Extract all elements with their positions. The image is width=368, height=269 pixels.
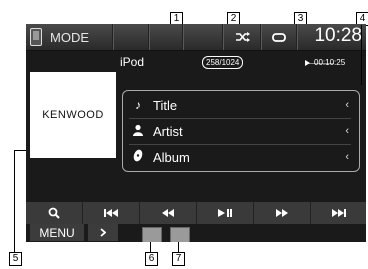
clock: 10:28 — [314, 25, 362, 46]
progress-knob[interactable] — [305, 60, 310, 66]
leader-line-5 — [14, 150, 15, 252]
disc-icon — [129, 149, 147, 165]
topbar-divider — [260, 24, 262, 50]
phone-icon — [30, 28, 42, 46]
list-item-artist[interactable]: Artist ‹ — [123, 119, 357, 143]
callout-5: 5 — [9, 252, 22, 266]
topbar-divider — [182, 24, 184, 50]
next-track-icon — [331, 209, 346, 217]
mode-button[interactable]: MODE — [30, 26, 110, 48]
topbar-divider — [112, 24, 114, 50]
list-item-title[interactable]: ♪ Title ‹ — [123, 93, 357, 117]
play-pause-icon — [218, 209, 232, 217]
mode-label: MODE — [50, 29, 89, 45]
shuffle-icon — [236, 32, 250, 42]
more-button[interactable] — [88, 224, 118, 241]
hidden-button-6[interactable] — [142, 227, 162, 242]
previous-track-icon — [104, 209, 118, 217]
topbar-divider — [296, 24, 298, 50]
album-art: KENWOOD — [30, 72, 116, 158]
tag-label-title: Title — [153, 97, 178, 113]
playback-controls — [26, 202, 366, 224]
person-icon — [129, 124, 147, 139]
track-count: 258/1024 — [202, 56, 244, 69]
repeat-button[interactable] — [266, 27, 292, 47]
hidden-button-7[interactable] — [170, 227, 190, 242]
tag-label-artist: Artist — [153, 123, 183, 139]
note-icon: ♪ — [135, 98, 141, 112]
callout-7: 7 — [172, 252, 185, 266]
topbar-divider — [148, 24, 150, 50]
chevron-left-icon[interactable]: ‹ — [345, 99, 349, 111]
rewind-icon — [162, 209, 174, 217]
kenwood-logo: KENWOOD — [42, 109, 104, 121]
next-track-button[interactable] — [311, 202, 366, 224]
device-screen: MODE 10:28 iPod 258/1024 00:10:25 KENWOO… — [26, 24, 366, 242]
elapsed-time: 00:10:25 — [314, 58, 346, 67]
search-icon — [48, 207, 60, 219]
repeat-icon — [272, 33, 286, 42]
shuffle-button[interactable] — [230, 27, 256, 47]
fast-forward-icon — [276, 209, 288, 217]
list-item-album[interactable]: Album ‹ — [123, 145, 357, 169]
search-button[interactable] — [26, 202, 83, 224]
chevron-left-icon[interactable]: ‹ — [345, 151, 349, 163]
fast-forward-button[interactable] — [254, 202, 311, 224]
top-bar: MODE 10:28 — [26, 24, 366, 51]
callout-6: 6 — [145, 252, 158, 266]
chevron-left-icon[interactable]: ‹ — [345, 125, 349, 137]
topbar-divider — [222, 24, 224, 50]
track-info-row: iPod 258/1024 00:10:25 — [116, 52, 366, 72]
rewind-button[interactable] — [140, 202, 197, 224]
bottom-bar: MENU — [26, 224, 366, 242]
leader-line-4 — [361, 25, 362, 85]
chevron-right-icon — [100, 228, 106, 237]
menu-button[interactable]: MENU — [30, 224, 84, 241]
play-pause-button[interactable] — [197, 202, 254, 224]
tag-info-list: ♪ Title ‹ Artist ‹ Album ‹ — [122, 90, 360, 172]
previous-track-button[interactable] — [83, 202, 140, 224]
tag-label-album: Album — [153, 149, 190, 165]
source-label: iPod — [120, 55, 145, 69]
